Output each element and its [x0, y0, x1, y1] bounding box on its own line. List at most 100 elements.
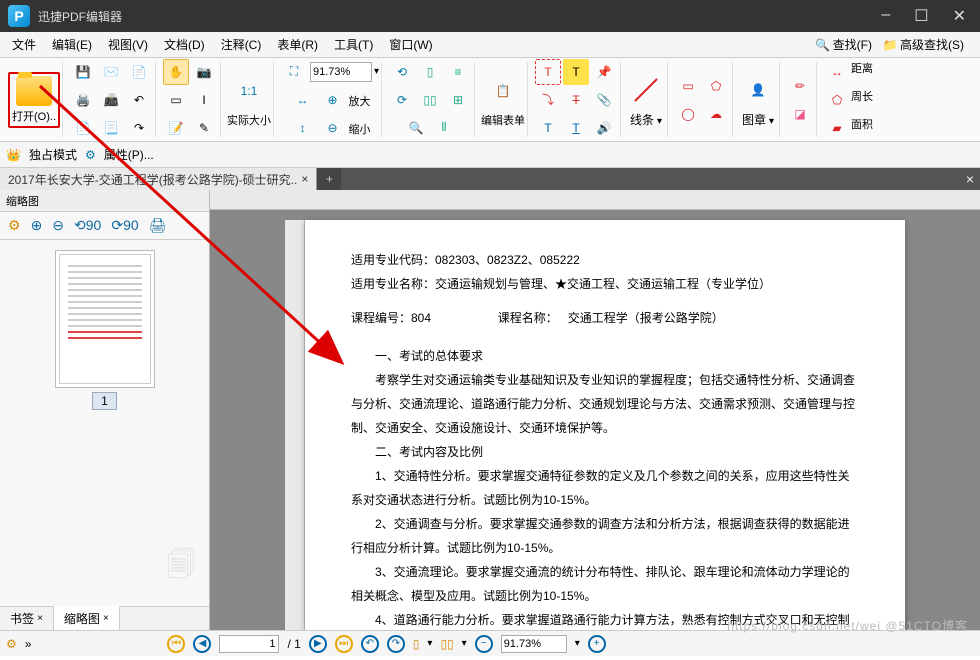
callout-icon[interactable]: ⤵ — [535, 87, 561, 113]
page-viewport[interactable]: 适用专业代码：082303、0823Z2、085222 适用专业名称：交通运输规… — [210, 210, 980, 630]
last-page-button[interactable]: ⏭ — [335, 635, 353, 653]
redo-icon[interactable]: ↷ — [126, 115, 152, 141]
scan-icon[interactable]: 📠 — [98, 87, 124, 113]
side-options-icon[interactable]: ⚙ — [8, 217, 21, 234]
rect-icon[interactable]: ▭ — [675, 73, 701, 99]
sound-icon[interactable]: 🔊 — [591, 115, 617, 141]
stamp-dropdown-icon[interactable]: ▾ — [769, 116, 774, 127]
side-zoomin-icon[interactable]: ⊕ — [31, 217, 43, 234]
side-rotate-left-icon[interactable]: ⟲90 — [74, 217, 101, 234]
sb-layout-single-icon[interactable]: ▯ — [413, 637, 420, 651]
polygon-icon[interactable]: ⬠ — [703, 73, 729, 99]
snapshot-icon[interactable]: 📷 — [191, 59, 217, 85]
sb-zoom-in-icon[interactable]: + — [588, 635, 606, 653]
mail-icon[interactable]: ✉️ — [98, 59, 124, 85]
sb-options-icon[interactable]: ⚙ — [6, 637, 17, 651]
perimeter-icon[interactable]: ⬠ — [824, 87, 850, 113]
text-select-icon[interactable]: I — [191, 87, 217, 113]
minimize-button[interactable]: – — [881, 6, 890, 26]
stamp-icon[interactable]: 👤 — [740, 72, 776, 108]
side-tab-bookmarks[interactable]: 书签 × — [0, 607, 54, 630]
save-icon[interactable]: 💾 — [70, 59, 96, 85]
side-tab-thumbnails[interactable]: 缩略图 × — [54, 606, 120, 630]
sb-zoom-out-icon[interactable]: − — [475, 635, 493, 653]
new-page-icon[interactable]: 📃 — [98, 115, 124, 141]
layout-facing-icon[interactable]: ▯▯ — [417, 87, 443, 113]
pencil-icon[interactable]: ✏ — [787, 73, 813, 99]
edit-text-icon[interactable]: 📝 — [163, 115, 189, 141]
menu-document[interactable]: 文档(D) — [158, 34, 211, 55]
document-page[interactable]: 适用专业代码：082303、0823Z2、085222 适用专业名称：交通运输规… — [305, 220, 905, 630]
note-icon[interactable]: 📌 — [591, 59, 617, 85]
undo-icon[interactable]: ↶ — [126, 87, 152, 113]
rotate-left-icon[interactable]: ⟲ — [389, 59, 415, 85]
attach-icon[interactable]: 📎 — [591, 87, 617, 113]
side-print-icon[interactable]: 🖨 — [149, 217, 167, 234]
zoom-out-icon[interactable]: ⊖ — [320, 115, 346, 141]
edit-table-icon[interactable]: 📋 — [485, 73, 521, 109]
edit-object-icon[interactable]: ✎ — [191, 115, 217, 141]
zoom-dropdown-icon[interactable]: ▾ — [374, 66, 379, 77]
close-button[interactable]: ✕ — [953, 6, 966, 26]
export-icon[interactable]: 📄 — [126, 59, 152, 85]
first-page-button[interactable]: ⏮ — [167, 635, 185, 653]
new-tab-button[interactable]: + — [317, 168, 341, 190]
menu-annotate[interactable]: 注释(C) — [215, 34, 268, 55]
sb-zoom-input[interactable] — [501, 635, 567, 653]
fit-width-icon[interactable]: ↔ — [290, 87, 316, 113]
find-button[interactable]: 🔍 查找(F) — [811, 34, 876, 55]
oval-icon[interactable]: ◯ — [675, 101, 701, 127]
menu-table[interactable]: 表单(R) — [271, 34, 324, 55]
highlight-icon[interactable]: T — [563, 59, 589, 85]
layout-cont-icon[interactable]: ⫴ — [431, 115, 457, 141]
print-icon[interactable]: 🖨️ — [70, 87, 96, 113]
menu-tool[interactable]: 工具(T) — [328, 34, 379, 55]
menu-window[interactable]: 窗口(W) — [383, 34, 438, 55]
sb-menu-icon[interactable]: » — [25, 637, 32, 651]
area-icon[interactable]: ▰ — [824, 115, 850, 141]
distance-icon[interactable]: ↔ — [824, 59, 850, 85]
strike-icon[interactable]: T — [563, 87, 589, 113]
new-doc-icon[interactable]: 📄 — [70, 115, 96, 141]
layout-list-icon[interactable]: ≡ — [445, 59, 471, 85]
exclusive-mode-toggle[interactable]: 独占模式 — [29, 146, 77, 163]
fit-page-icon[interactable]: ⛶ — [281, 59, 307, 85]
menu-edit[interactable]: 编辑(E) — [46, 34, 98, 55]
line-tool-icon[interactable] — [628, 72, 664, 108]
properties-button[interactable]: 属性(P)... — [104, 146, 154, 163]
page-number-input[interactable] — [219, 635, 279, 653]
maximize-button[interactable]: ☐ — [914, 6, 928, 26]
document-tab[interactable]: 2017年长安大学-交通工程学(报考公路学院)-硕士研究.. × — [0, 168, 317, 190]
side-zoomout-icon[interactable]: ⊖ — [52, 217, 64, 234]
zoom-input[interactable] — [310, 62, 372, 82]
loupe-icon[interactable]: 🔍 — [403, 115, 429, 141]
actual-size-icon[interactable]: 1:1 — [231, 73, 267, 109]
select-tool-icon[interactable]: ▭ — [163, 87, 189, 113]
menu-view[interactable]: 视图(V) — [102, 34, 154, 55]
eraser-icon[interactable]: ◪ — [787, 101, 813, 127]
prev-page-button[interactable]: ◀ — [193, 635, 211, 653]
next-page-button[interactable]: ▶ — [309, 635, 327, 653]
open-button[interactable]: 打开(O).. — [8, 72, 60, 128]
underline-icon[interactable]: T — [563, 115, 589, 141]
layout-single-icon[interactable]: ▯ — [417, 59, 443, 85]
nav-back-button[interactable]: ↶ — [361, 635, 379, 653]
layout-grid-icon[interactable]: ⊞ — [445, 87, 471, 113]
zoom-in-icon[interactable]: ⊕ — [320, 87, 346, 113]
cloud-icon[interactable]: ☁ — [703, 101, 729, 127]
menu-file[interactable]: 文件 — [6, 34, 42, 55]
hand-tool-icon[interactable]: ✋ — [163, 59, 189, 85]
close-all-tabs-icon[interactable]: × — [966, 171, 974, 187]
nav-fwd-button[interactable]: ↷ — [387, 635, 405, 653]
text-box-icon[interactable]: T — [535, 59, 561, 85]
typewriter-icon[interactable]: T — [535, 115, 561, 141]
close-tab-icon[interactable]: × — [301, 172, 308, 186]
sb-layout-facing-icon[interactable]: ▯▯ — [440, 637, 453, 651]
page-thumbnail[interactable] — [55, 250, 155, 388]
advanced-find-button[interactable]: 📁 高级查找(S) — [878, 34, 968, 55]
lines-dropdown-icon[interactable]: ▾ — [657, 116, 662, 127]
side-rotate-right-icon[interactable]: ⟳90 — [111, 217, 138, 234]
fit-height-icon[interactable]: ↕ — [290, 115, 316, 141]
gear-icon[interactable]: ⚙ — [85, 148, 96, 162]
rotate-right-icon[interactable]: ⟳ — [389, 87, 415, 113]
